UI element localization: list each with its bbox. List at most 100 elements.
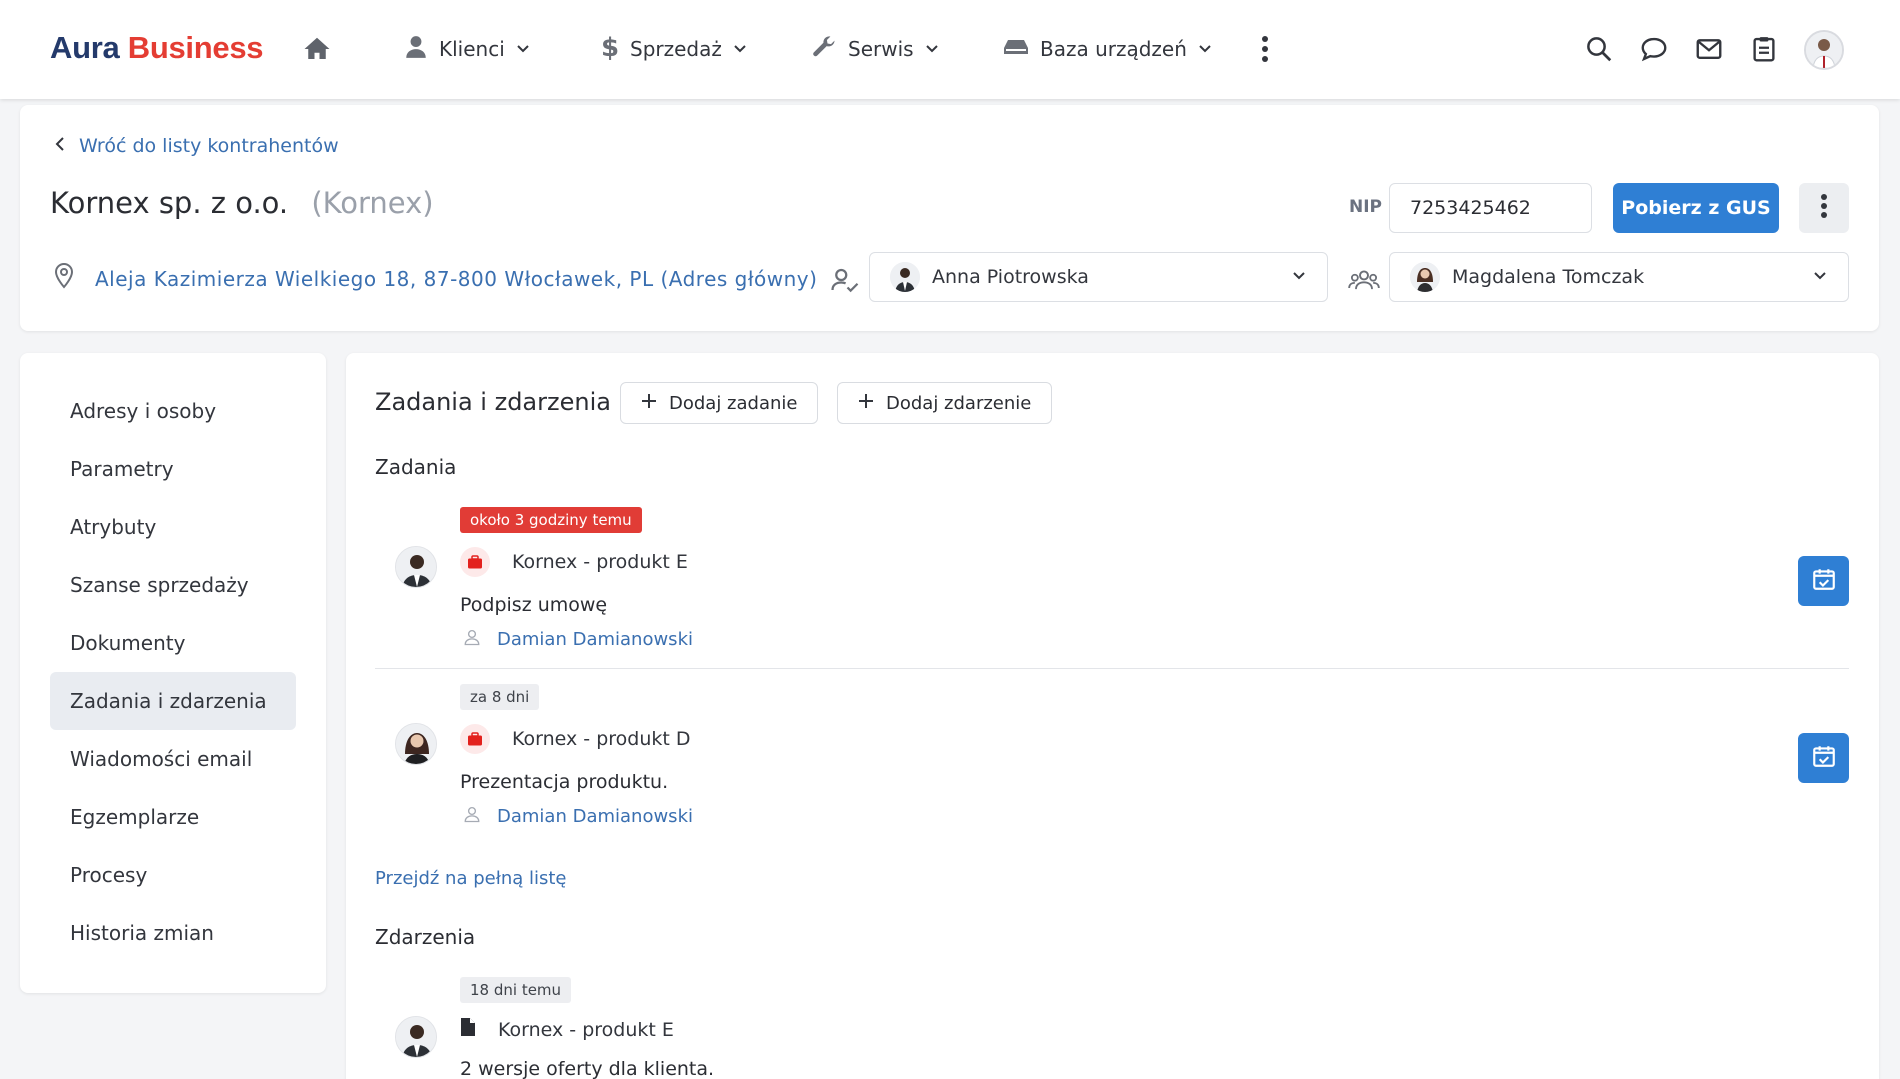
task-description: Prezentacja produktu. bbox=[460, 771, 669, 793]
tasks-heading: Zadania bbox=[375, 455, 457, 479]
calendar-check-icon bbox=[1811, 566, 1837, 596]
avatar bbox=[890, 262, 920, 292]
briefcase-icon bbox=[460, 724, 490, 754]
add-task-label: Dodaj zadanie bbox=[669, 392, 798, 414]
sidebar-item-egzemplarze[interactable]: Egzemplarze bbox=[50, 788, 296, 846]
nav-sprzedaz[interactable]: $ Sprzedaż bbox=[598, 30, 748, 68]
task-assignee-name: Damian Damianowski bbox=[497, 806, 693, 827]
address-label: Aleja Kazimierza Wielkiego 18, 87-800 Wł… bbox=[95, 266, 818, 291]
task-product[interactable]: Kornex - produkt D bbox=[460, 724, 691, 754]
document-icon bbox=[460, 1017, 476, 1042]
sidebar-item-historia[interactable]: Historia zmian bbox=[50, 904, 296, 962]
team-member-select[interactable]: Magdalena Tomczak bbox=[1389, 252, 1849, 302]
location-pin-icon bbox=[53, 262, 75, 295]
nip-field[interactable] bbox=[1389, 183, 1592, 233]
schedule-task-button[interactable] bbox=[1798, 556, 1849, 606]
header-more-button[interactable] bbox=[1799, 183, 1849, 233]
fetch-gus-button[interactable]: Pobierz z GUS bbox=[1613, 183, 1779, 233]
full-list-link[interactable]: Przejdź na pełną listę bbox=[375, 868, 567, 889]
section-title: Zadania i zdarzenia bbox=[375, 388, 611, 416]
home-icon[interactable] bbox=[302, 34, 332, 64]
avatar bbox=[395, 1016, 437, 1058]
calendar-check-icon bbox=[1811, 743, 1837, 773]
nav-klienci[interactable]: Klienci bbox=[403, 30, 531, 68]
more-vertical-icon bbox=[1820, 193, 1828, 223]
wrench-icon bbox=[810, 33, 838, 66]
task-product-label: Kornex - produkt D bbox=[512, 728, 691, 750]
dollar-icon: $ bbox=[598, 33, 620, 66]
task-assignee[interactable]: Damian Damianowski bbox=[463, 628, 693, 651]
chevron-left-icon bbox=[55, 135, 65, 157]
search-icon[interactable] bbox=[1584, 34, 1614, 64]
user-avatar[interactable] bbox=[1804, 30, 1844, 70]
clipboard-icon[interactable] bbox=[1749, 34, 1779, 64]
team-icon bbox=[1348, 265, 1380, 295]
avatar bbox=[395, 723, 437, 765]
sidebar-item-szanse[interactable]: Szanse sprzedaży bbox=[50, 556, 296, 614]
company-name: Kornex sp. z o.o. bbox=[50, 186, 289, 220]
account-owner-select[interactable]: Anna Piotrowska bbox=[869, 252, 1328, 302]
chevron-down-icon bbox=[1197, 37, 1213, 61]
top-navbar: Aura Business Klienci $ Sprzedaż Serwis … bbox=[0, 0, 1900, 99]
account-owner-icon bbox=[830, 265, 860, 295]
address-link[interactable]: Aleja Kazimierza Wielkiego 18, 87-800 Wł… bbox=[53, 262, 817, 295]
back-to-list-label: Wróć do listy kontrahentów bbox=[79, 135, 339, 157]
sidebar-item-procesy[interactable]: Procesy bbox=[50, 846, 296, 904]
nav-klienci-label: Klienci bbox=[439, 37, 505, 61]
person-icon bbox=[403, 33, 429, 66]
nip-label: NIP bbox=[1349, 197, 1383, 217]
mail-icon[interactable] bbox=[1694, 34, 1724, 64]
sidebar-item-zadania[interactable]: Zadania i zdarzenia bbox=[50, 672, 296, 730]
team-member-name: Magdalena Tomczak bbox=[1452, 266, 1645, 288]
nav-baza-urzadzen[interactable]: Baza urządzeń bbox=[1002, 30, 1213, 68]
task-product[interactable]: Kornex - produkt E bbox=[460, 547, 688, 577]
status-badge: 18 dni temu bbox=[460, 977, 572, 1003]
brand-logo[interactable]: Aura Business bbox=[50, 30, 264, 66]
task-assignee[interactable]: Damian Damianowski bbox=[463, 805, 693, 828]
chevron-down-icon bbox=[1291, 266, 1307, 288]
sidebar-item-wiadomosci[interactable]: Wiadomości email bbox=[50, 730, 296, 788]
brand-part-2: Business bbox=[127, 30, 264, 65]
sidebar-item-dokumenty[interactable]: Dokumenty bbox=[50, 614, 296, 672]
devices-icon bbox=[1002, 35, 1030, 64]
events-heading: Zdarzenia bbox=[375, 925, 476, 949]
event-description: 2 wersje oferty dla klienta. bbox=[460, 1058, 715, 1079]
divider bbox=[375, 668, 1849, 669]
add-task-button[interactable]: Dodaj zadanie bbox=[620, 382, 819, 424]
nav-sprzedaz-label: Sprzedaż bbox=[630, 37, 722, 61]
nav-serwis-label: Serwis bbox=[848, 37, 914, 61]
person-outline-icon bbox=[463, 805, 481, 828]
task-assignee-name: Damian Damianowski bbox=[497, 629, 693, 650]
sidebar-item-atrybuty[interactable]: Atrybuty bbox=[50, 498, 296, 556]
event-product[interactable]: Kornex - produkt E bbox=[460, 1017, 674, 1042]
person-outline-icon bbox=[463, 628, 481, 651]
company-short-name: (Kornex) bbox=[311, 186, 434, 220]
status-badge: około 3 godziny temu bbox=[460, 507, 642, 533]
chevron-down-icon bbox=[1812, 266, 1828, 288]
tasks-events-panel bbox=[346, 353, 1879, 1079]
nav-serwis[interactable]: Serwis bbox=[810, 30, 940, 68]
chevron-down-icon bbox=[732, 37, 748, 61]
add-event-label: Dodaj zdarzenie bbox=[886, 392, 1032, 414]
event-product-label: Kornex - produkt E bbox=[498, 1018, 674, 1041]
status-badge: za 8 dni bbox=[460, 684, 540, 710]
chat-icon[interactable] bbox=[1639, 34, 1669, 64]
briefcase-icon bbox=[460, 547, 490, 577]
task-product-label: Kornex - produkt E bbox=[512, 551, 688, 573]
schedule-task-button[interactable] bbox=[1798, 733, 1849, 783]
avatar bbox=[1410, 262, 1440, 292]
task-description: Podpisz umowę bbox=[460, 594, 608, 616]
svg-text:$: $ bbox=[601, 33, 619, 61]
brand-part-1: Aura bbox=[50, 30, 120, 65]
account-owner-name: Anna Piotrowska bbox=[932, 266, 1089, 288]
back-to-list-link[interactable]: Wróć do listy kontrahentów bbox=[55, 135, 339, 157]
sidebar-item-adresy[interactable]: Adresy i osoby bbox=[50, 382, 296, 440]
avatar bbox=[395, 546, 437, 588]
add-event-button[interactable]: Dodaj zdarzenie bbox=[837, 382, 1053, 424]
sidebar-item-parametry[interactable]: Parametry bbox=[50, 440, 296, 498]
nav-baza-label: Baza urządzeń bbox=[1040, 37, 1187, 61]
plus-icon bbox=[858, 393, 874, 414]
chevron-down-icon bbox=[515, 37, 531, 61]
plus-icon bbox=[641, 393, 657, 414]
more-menu-icon[interactable] bbox=[1255, 33, 1275, 65]
